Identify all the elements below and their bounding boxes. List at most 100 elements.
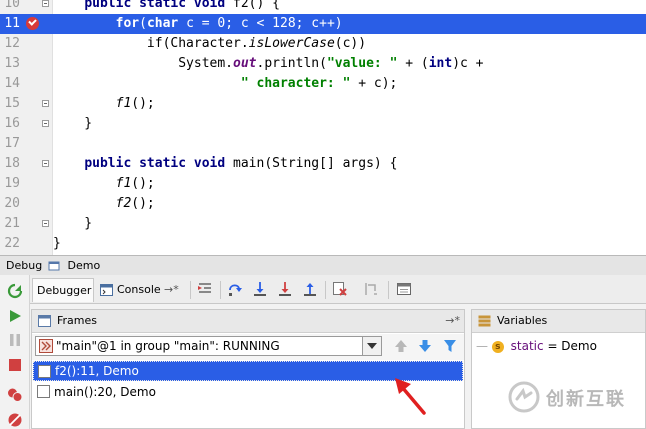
line-number[interactable]: 17: [0, 134, 20, 154]
breakpoint-verified-icon[interactable]: [26, 17, 39, 30]
code-text: public static void main(String[] args) {: [84, 156, 398, 171]
code-line[interactable]: 14 " character: " + c);: [0, 74, 646, 94]
code-line[interactable]: 17: [0, 134, 646, 154]
filter-icon[interactable]: [443, 339, 457, 353]
line-number[interactable]: 12: [0, 34, 20, 54]
fold-marker-icon[interactable]: [42, 220, 49, 227]
console-icon: [100, 284, 113, 296]
code-editor[interactable]: 10 public static void f2() {11 for(char …: [0, 0, 646, 255]
thread-selector-row: "main"@1 in group "main": RUNNING: [32, 334, 464, 360]
code-line[interactable]: 21 }: [0, 214, 646, 234]
evaluate-expression-icon[interactable]: [396, 281, 412, 297]
line-number[interactable]: 13: [0, 54, 20, 74]
frames-panel-header: Frames →*: [32, 310, 464, 333]
arrow-down-icon[interactable]: [418, 339, 432, 353]
line-number[interactable]: 21: [0, 214, 20, 234]
fold-marker-icon[interactable]: [42, 0, 49, 7]
variable-name: static: [510, 339, 544, 353]
variables-panel: Variables — s static = Demo: [471, 309, 646, 429]
toolbar-separator: [325, 281, 326, 299]
stack-frame-icon: [37, 385, 50, 398]
code-text: " character: " + c);: [240, 76, 398, 91]
view-breakpoints-icon[interactable]: [7, 387, 23, 403]
step-over-icon[interactable]: [227, 281, 243, 297]
debug-left-toolbar: [0, 275, 30, 429]
line-number[interactable]: 19: [0, 174, 20, 194]
tab-console-label: Console: [117, 283, 161, 296]
line-number[interactable]: 20: [0, 194, 20, 214]
watermark-text: 创新互联: [546, 389, 626, 410]
code-line[interactable]: 12 if(Character.isLowerCase(c)): [0, 34, 646, 54]
stack-frame-icon: [38, 365, 51, 378]
tab-debugger[interactable]: Debugger: [32, 278, 94, 302]
debugger-tab-bar: Debugger Console →*: [30, 275, 646, 304]
tab-debugger-label: Debugger: [37, 284, 92, 297]
chevron-down-icon[interactable]: [362, 337, 381, 355]
force-step-into-icon[interactable]: [277, 281, 293, 297]
code-line[interactable]: 20 f2();: [0, 194, 646, 214]
line-number[interactable]: 22: [0, 234, 20, 254]
code-text: }: [53, 216, 93, 231]
toolbar-separator: [220, 281, 221, 299]
fold-marker-icon[interactable]: [42, 120, 49, 127]
step-into-icon[interactable]: [252, 281, 268, 297]
stop-icon[interactable]: [7, 357, 23, 373]
code-line[interactable]: 18 public static void main(String[] args…: [0, 154, 646, 174]
code-line[interactable]: 13 System.out.println("value: " + (int)c…: [0, 54, 646, 74]
code-line[interactable]: 19 f1();: [0, 174, 646, 194]
code-text: f2();: [115, 196, 155, 211]
annotation-arrow-icon: [395, 378, 426, 415]
thread-selector-value: "main"@1 in group "main": RUNNING: [56, 339, 280, 353]
code-text: }: [53, 116, 93, 131]
code-line[interactable]: 15 f1();: [0, 94, 646, 114]
line-number[interactable]: 15: [0, 94, 20, 114]
code-text: for(char c = 0; c < 128; c++): [115, 16, 343, 31]
pause-program-icon[interactable]: [7, 332, 23, 348]
frames-icon: [38, 315, 51, 327]
code-line[interactable]: 22}: [0, 234, 646, 254]
code-text: }: [53, 236, 61, 251]
arrow-up-icon[interactable]: [394, 339, 408, 353]
code-text: public static void f2() {: [84, 0, 280, 11]
code-line-current[interactable]: 11 for(char c = 0; c < 128; c++): [0, 14, 646, 34]
tab-console-pin: →*: [164, 283, 179, 296]
step-out-icon[interactable]: [302, 281, 318, 297]
line-number[interactable]: 11: [0, 14, 20, 34]
line-number[interactable]: 10: [0, 0, 20, 14]
frame-item-label: main():20, Demo: [54, 385, 156, 399]
line-number[interactable]: 14: [0, 74, 20, 94]
variables-icon: [478, 315, 491, 327]
code-line[interactable]: 16 }: [0, 114, 646, 134]
variables-panel-title: Variables: [497, 314, 548, 327]
line-number[interactable]: 16: [0, 114, 20, 134]
frames-panel-pin[interactable]: →*: [445, 310, 460, 332]
debug-tool-window-header: Debug Demo: [0, 255, 646, 276]
code-line[interactable]: 10 public static void f2() {: [0, 0, 646, 14]
code-text: f1();: [115, 176, 155, 191]
rerun-icon[interactable]: [7, 283, 23, 299]
frame-item-label: f2():11, Demo: [55, 364, 139, 378]
variables-panel-header: Variables: [472, 310, 645, 333]
frames-panel-title: Frames: [57, 314, 98, 327]
thread-suspended-icon: [39, 339, 53, 353]
watermark-logo-icon: [508, 381, 540, 413]
drop-frame-icon[interactable]: [332, 281, 348, 297]
show-execution-point-icon[interactable]: [197, 281, 213, 297]
toolbar-separator: [190, 281, 191, 299]
line-number[interactable]: 18: [0, 154, 20, 174]
code-text: f1();: [115, 96, 155, 111]
mute-breakpoints-icon[interactable]: [7, 412, 23, 428]
debug-window-title: Debug: [6, 259, 43, 272]
run-to-cursor-icon[interactable]: [363, 281, 379, 297]
variable-row-static[interactable]: — s static = Demo: [476, 337, 597, 355]
static-field-icon: s: [491, 340, 504, 353]
code-text: if(Character.isLowerCase(c)): [53, 36, 367, 51]
fold-marker-icon[interactable]: [42, 100, 49, 107]
tree-connector: —: [476, 339, 488, 353]
fold-marker-icon[interactable]: [42, 160, 49, 167]
tab-console[interactable]: Console →*: [96, 278, 186, 302]
toolbar-separator: [388, 281, 389, 299]
thread-selector-dropdown[interactable]: "main"@1 in group "main": RUNNING: [35, 336, 382, 356]
resume-program-icon[interactable]: [7, 308, 23, 324]
debug-session-tab[interactable]: Demo: [48, 256, 100, 275]
